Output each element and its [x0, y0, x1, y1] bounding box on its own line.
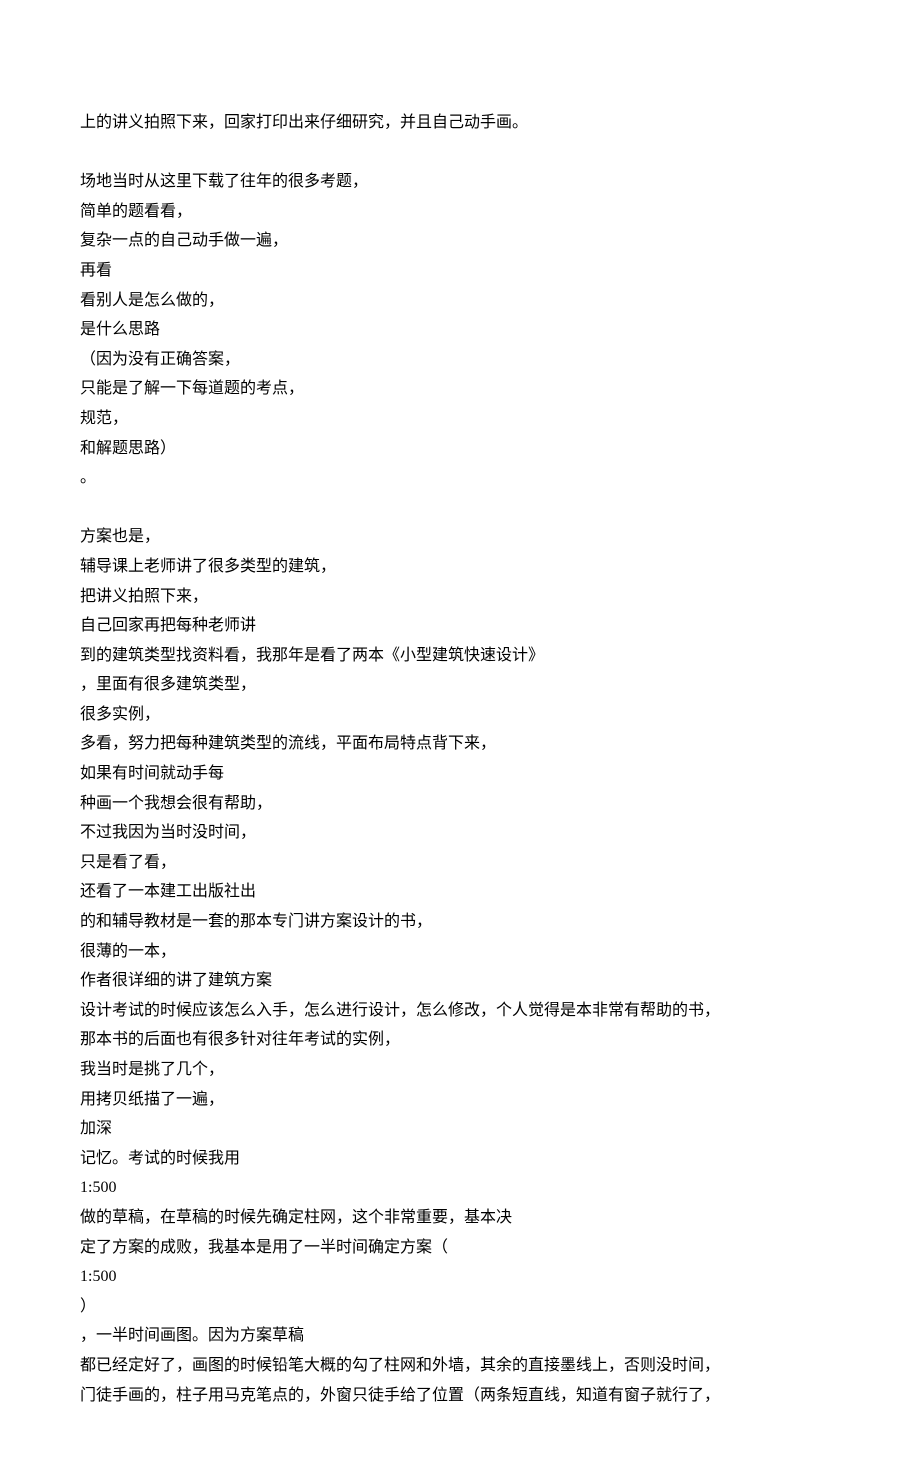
text-line: 规范，	[80, 404, 840, 434]
text-line: 是什么思路	[80, 315, 840, 345]
text-line: 都已经定好了，画图的时候铅笔大概的勾了柱网和外墙，其余的直接墨线上，否则没时间，	[80, 1351, 840, 1381]
text-line: 1:500	[80, 1262, 840, 1292]
text-line: 上的讲义拍照下来，回家打印出来仔细研究，并且自己动手画。	[80, 108, 840, 138]
text-line: 种画一个我想会很有帮助，	[80, 789, 840, 819]
text-line: 场地当时从这里下载了往年的很多考题，	[80, 167, 840, 197]
text-line: 方案也是，	[80, 522, 840, 552]
text-line: 我当时是挑了几个，	[80, 1055, 840, 1085]
text-line: 多看，努力把每种建筑类型的流线，平面布局特点背下来，	[80, 729, 840, 759]
text-line: 用拷贝纸描了一遍，	[80, 1085, 840, 1115]
text-line: （因为没有正确答案，	[80, 345, 840, 375]
text-line: 再看	[80, 256, 840, 286]
text-line: ，一半时间画图。因为方案草稿	[80, 1321, 840, 1351]
blank-line	[80, 138, 840, 168]
text-line: 自己回家再把每种老师讲	[80, 611, 840, 641]
text-line: 作者很详细的讲了建筑方案	[80, 966, 840, 996]
text-line: 和解题思路）	[80, 434, 840, 464]
text-line: 到的建筑类型找资料看，我那年是看了两本《小型建筑快速设计》	[80, 641, 840, 671]
text-line: 的和辅导教材是一套的那本专门讲方案设计的书，	[80, 907, 840, 937]
text-line: 简单的题看看，	[80, 197, 840, 227]
text-line: 加深	[80, 1114, 840, 1144]
text-line: 。	[80, 463, 840, 493]
text-line: 还看了一本建工出版社出	[80, 877, 840, 907]
text-line: 如果有时间就动手每	[80, 759, 840, 789]
blank-line	[80, 493, 840, 523]
text-line: 门徒手画的，柱子用马克笔点的，外窗只徒手给了位置（两条短直线，知道有窗子就行了，	[80, 1381, 840, 1411]
text-line: 很薄的一本，	[80, 937, 840, 967]
text-line: 很多实例，	[80, 700, 840, 730]
text-line: 那本书的后面也有很多针对往年考试的实例，	[80, 1025, 840, 1055]
text-line: ，里面有很多建筑类型，	[80, 670, 840, 700]
text-line: 设计考试的时候应该怎么入手，怎么进行设计，怎么修改，个人觉得是本非常有帮助的书，	[80, 996, 840, 1026]
text-line: 1:500	[80, 1173, 840, 1203]
text-line: 辅导课上老师讲了很多类型的建筑，	[80, 552, 840, 582]
text-line: 看别人是怎么做的，	[80, 286, 840, 316]
text-line: 做的草稿，在草稿的时候先确定柱网，这个非常重要，基本决	[80, 1203, 840, 1233]
text-line: 记忆。考试的时候我用	[80, 1144, 840, 1174]
text-line: 复杂一点的自己动手做一遍，	[80, 226, 840, 256]
text-line: 只能是了解一下每道题的考点，	[80, 374, 840, 404]
text-line: 不过我因为当时没时间，	[80, 818, 840, 848]
text-line: 只是看了看，	[80, 848, 840, 878]
text-line: 把讲义拍照下来，	[80, 582, 840, 612]
text-line: ）	[80, 1292, 840, 1322]
document-body: 上的讲义拍照下来，回家打印出来仔细研究，并且自己动手画。场地当时从这里下载了往年…	[80, 108, 840, 1410]
text-line: 定了方案的成败，我基本是用了一半时间确定方案（	[80, 1233, 840, 1263]
